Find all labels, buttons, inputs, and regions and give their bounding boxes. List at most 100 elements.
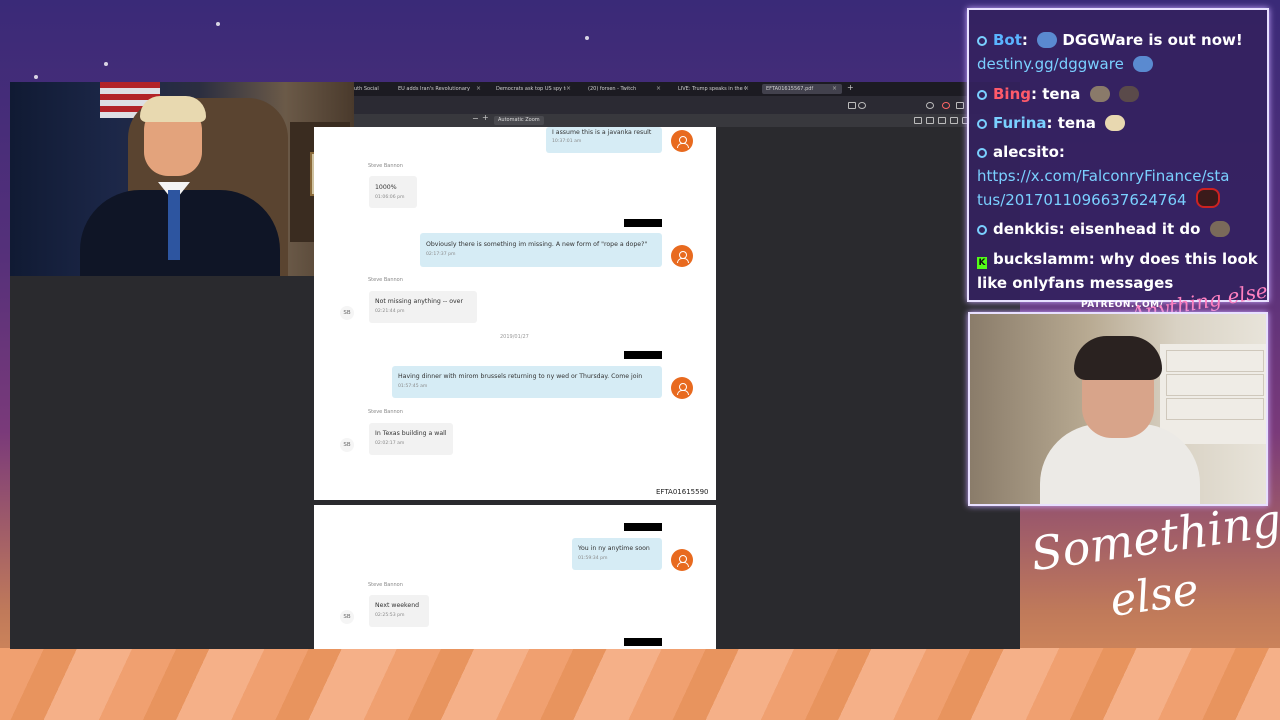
document-id: EFTA01615590 (656, 488, 709, 496)
tab-eu-adds[interactable]: EU adds Iran's Revolutionary G... (398, 84, 470, 94)
chat-link[interactable]: destiny.gg/dggware (977, 55, 1124, 73)
extension-icon[interactable] (926, 102, 934, 109)
text-tool-icon[interactable] (914, 117, 922, 124)
sender-name: Steve Bannon (368, 163, 403, 169)
text-icon[interactable] (950, 117, 958, 124)
emote-icon (1195, 188, 1220, 208)
tab-forsen[interactable]: (20) forsen - Twitch (588, 84, 654, 94)
background-star (34, 75, 38, 79)
message-bubble-outgoing: Having dinner with mirom brussels return… (392, 366, 662, 398)
tab-truth-social[interactable]: uth Social (354, 84, 394, 94)
message-text: Next weekend (375, 602, 420, 609)
nav-bar (354, 96, 1020, 114)
message-bubble-incoming: 1000% 01:06:06 pm (369, 176, 417, 208)
chat-message: Bing: tena (977, 82, 1259, 106)
close-icon[interactable]: × (832, 84, 837, 94)
chat-text: like onlyfans messages (977, 274, 1174, 292)
pdf-toolbar: − + Automatic Zoom (354, 113, 1020, 127)
message-bubble-outgoing: Obviously there is something im missing.… (420, 233, 662, 267)
emote-icon (1037, 32, 1058, 48)
reply-icon (977, 90, 987, 100)
redaction-bar (624, 351, 662, 359)
chat-link[interactable]: https://x.com/FalconryFinance/sta (977, 167, 1229, 185)
message-bubble-outgoing: I assume this is a javanka result 10:37:… (546, 127, 662, 153)
person-hair (140, 96, 206, 122)
sender-avatar: SB (340, 610, 354, 624)
message-text: You in ny anytime soon (578, 545, 650, 552)
close-icon[interactable]: × (656, 84, 661, 94)
draw-tool-icon[interactable] (926, 117, 934, 124)
zoom-out-icon[interactable]: − (472, 114, 479, 123)
chat-panel: Bot: DGGWare is out now! destiny.gg/dggw… (967, 8, 1269, 302)
chat-text: eisenhead it do (1069, 220, 1201, 238)
drawer (1166, 398, 1264, 420)
something-else-logo: Something else (1020, 493, 1280, 650)
tab-live-trump[interactable]: LIVE: Trump speaks in the Oval (678, 84, 746, 94)
date-separator: 2019/01/27 (500, 334, 529, 340)
message-time: 02:02:17 am (375, 441, 405, 446)
message-time: 01:57:45 am (398, 384, 428, 389)
message-text: I assume this is a javanka result (552, 129, 652, 136)
redaction-bar (624, 523, 662, 531)
chat-text: tena (1057, 114, 1096, 132)
person-hair (1074, 336, 1162, 380)
chat-text: DGGWare is out now! (1062, 31, 1243, 49)
extension-icon[interactable] (956, 102, 964, 109)
chat-username: denkkis (993, 220, 1059, 238)
message-text: In Texas building a wall (375, 430, 447, 437)
close-icon[interactable]: × (476, 84, 481, 94)
sender-name: Steve Bannon (368, 277, 403, 283)
close-icon[interactable]: × (566, 84, 571, 94)
chat-message-cont: destiny.gg/dggware (977, 52, 1259, 76)
message-time: 10:37:01 am (552, 139, 582, 144)
emote-icon (1089, 86, 1110, 102)
close-icon[interactable]: × (744, 84, 749, 94)
tab-democrats[interactable]: Democrats ask top US spy to d... (496, 84, 566, 94)
zoom-select[interactable]: Automatic Zoom (494, 116, 544, 125)
chat-message: Furina: tena (977, 111, 1259, 135)
message-time: 01:59:34 pm (578, 556, 608, 561)
sender-avatar: SB (340, 438, 354, 452)
bookmark-icon[interactable] (858, 102, 866, 109)
chat-link[interactable]: tus/2017011096637624764 (977, 191, 1187, 209)
user-avatar-icon (671, 377, 693, 399)
sender-avatar: SB (340, 306, 354, 320)
tab-bar: uth Social EU adds Iran's Revolutionary … (354, 82, 1020, 96)
chat-message: denkkis: eisenhead it do (977, 217, 1259, 241)
message-time: 02:17:37 pm (426, 252, 456, 257)
drawer (1166, 350, 1264, 372)
reply-icon (977, 225, 987, 235)
message-bubble-outgoing: You in ny anytime soon 01:59:34 pm (572, 538, 662, 570)
streamer-webcam (968, 312, 1268, 506)
message-bubble-incoming: In Texas building a wall 02:02:17 am (369, 423, 453, 455)
redaction-bar (624, 638, 662, 646)
zoom-in-icon[interactable]: + (482, 113, 489, 122)
background-star (104, 62, 108, 66)
person-tie (168, 190, 180, 260)
logo-line-2: else (1106, 564, 1202, 627)
new-tab-icon[interactable]: + (847, 83, 854, 92)
emote-icon (1133, 56, 1154, 72)
chat-message-cont: https://x.com/FalconryFinance/sta (977, 164, 1259, 188)
kick-icon: K (977, 257, 987, 269)
message-time: 02:25:53 pm (375, 613, 405, 618)
extension-icon[interactable] (942, 102, 950, 109)
emote-icon (1209, 221, 1230, 237)
tab-pdf[interactable]: EFTA01615567.pdf (762, 84, 842, 94)
pdf-page: I assume this is a javanka result 10:37:… (314, 127, 716, 500)
reply-icon (977, 119, 987, 129)
message-time: 02:21:44 pm (375, 309, 405, 314)
logo-line-1: Something (1027, 492, 1280, 582)
highlight-icon[interactable] (938, 117, 946, 124)
chat-username: Bing (993, 85, 1031, 103)
reply-icon (977, 36, 987, 46)
reader-icon[interactable] (848, 102, 856, 109)
redaction-bar (624, 219, 662, 227)
message-text: Obviously there is something im missing.… (426, 241, 648, 248)
message-bubble-incoming: Not missing anything -- over 02:21:44 pm (369, 291, 477, 323)
user-avatar-icon (671, 130, 693, 152)
sender-name: Steve Bannon (368, 582, 403, 588)
chat-username: Furina (993, 114, 1047, 132)
message-bubble-incoming: Next weekend 02:25:53 pm (369, 595, 429, 627)
pdf-page: You in ny anytime soon 01:59:34 pm Steve… (314, 505, 716, 649)
